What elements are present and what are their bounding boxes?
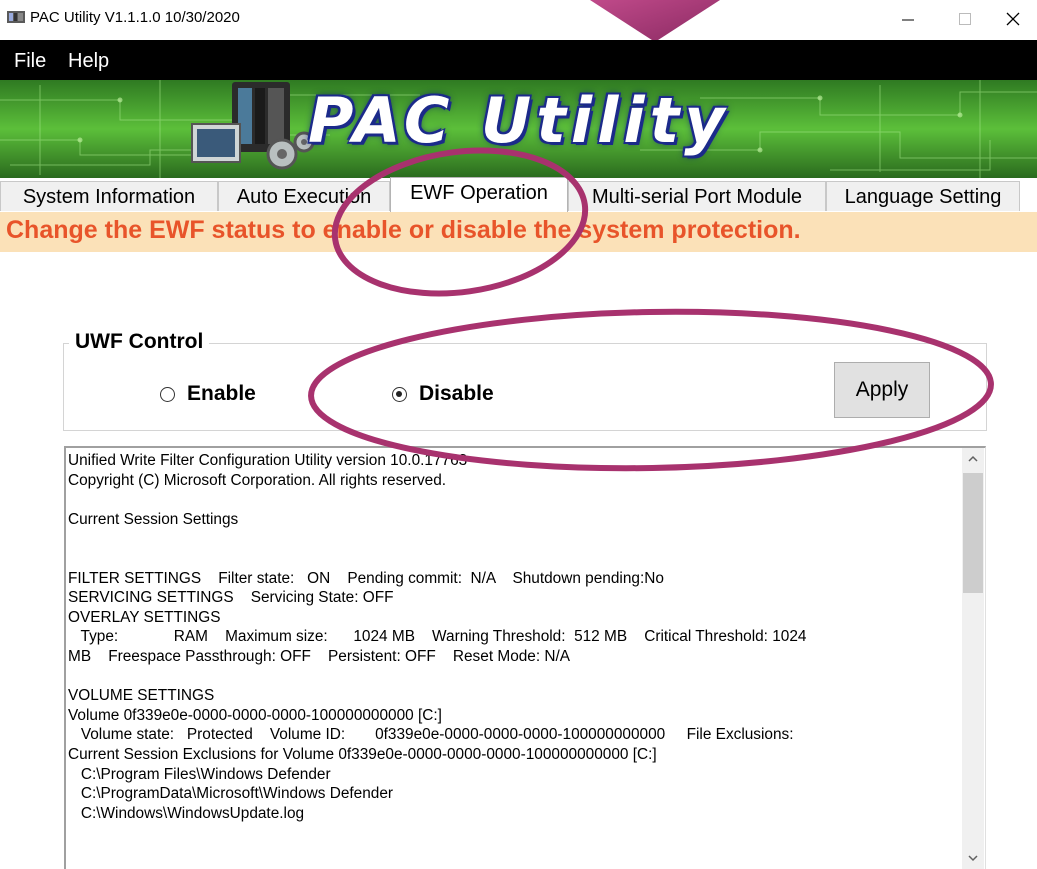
- output-line: Type: RAM Maximum size: 1024 MB Warning …: [68, 628, 807, 646]
- scroll-up-icon: [968, 455, 978, 462]
- notice-text: Change the EWF status to enable or disab…: [6, 216, 801, 244]
- minimize-button[interactable]: [880, 0, 936, 38]
- banner-title: PAC Utility: [308, 84, 730, 157]
- tab-auto-execution[interactable]: Auto Execution: [218, 181, 390, 211]
- scrollbar-thumb[interactable]: [963, 473, 983, 593]
- radio-unchecked-icon: [160, 386, 175, 402]
- pac-app-icon: [7, 11, 25, 23]
- scroll-down-icon: [968, 855, 978, 862]
- apply-button[interactable]: Apply: [834, 362, 930, 418]
- uwf-control-legend: UWF Control: [69, 330, 210, 354]
- output-line: Volume 0f339e0e-0000-0000-0000-100000000…: [68, 706, 442, 724]
- output-line: VOLUME SETTINGS: [68, 687, 215, 705]
- scroll-up-button[interactable]: [962, 448, 984, 470]
- output-text: Unified Write Filter Configuration Utili…: [68, 451, 953, 823]
- output-line: C:\Windows\WindowsUpdate.log: [68, 804, 305, 822]
- tab-ewf-operation[interactable]: EWF Operation: [390, 177, 568, 212]
- maximize-icon: [959, 13, 971, 25]
- tab-bar: System Information Auto Execution EWF Op…: [0, 177, 1037, 212]
- output-line: FILTER SETTINGS Filter state: ON Pending…: [68, 569, 664, 587]
- tab-language-setting[interactable]: Language Setting: [826, 181, 1020, 211]
- pointer-arrow-graphic: [590, 0, 720, 42]
- menu-file[interactable]: File: [14, 50, 46, 73]
- output-line: Volume state: Protected Volume ID: 0f339…: [68, 726, 794, 744]
- close-icon: [1006, 12, 1020, 26]
- menu-bar: File Help: [0, 40, 1037, 80]
- close-button[interactable]: [985, 0, 1037, 38]
- enable-radio-label: Enable: [187, 382, 256, 405]
- output-line: C:\Program Files\Windows Defender: [68, 765, 331, 783]
- menu-help[interactable]: Help: [68, 50, 109, 73]
- output-line: C:\ProgramData\Microsoft\Windows Defende…: [68, 785, 394, 803]
- tab-system-information[interactable]: System Information: [0, 181, 218, 211]
- disable-radio-label: Disable: [419, 382, 494, 405]
- output-line: Unified Write Filter Configuration Utili…: [68, 452, 468, 469]
- notice-banner: Change the EWF status to enable or disab…: [0, 212, 1037, 252]
- window-title: PAC Utility V1.1.1.0 10/30/2020: [30, 9, 240, 26]
- title-bar: PAC Utility V1.1.1.0 10/30/2020: [0, 0, 1037, 40]
- output-line: Current Session Settings: [68, 510, 239, 528]
- minimize-icon: [902, 19, 914, 21]
- enable-radio[interactable]: Enable: [160, 382, 256, 406]
- radio-checked-icon: [392, 386, 407, 402]
- scroll-down-button[interactable]: [962, 847, 984, 869]
- output-line: Copyright (C) Microsoft Corporation. All…: [68, 471, 447, 489]
- output-line: MB Freespace Passthrough: OFF Persistent…: [68, 647, 571, 665]
- output-line: OVERLAY SETTINGS: [68, 608, 221, 626]
- tab-multi-serial-port-module[interactable]: Multi-serial Port Module: [568, 181, 826, 211]
- disable-radio[interactable]: Disable: [392, 382, 494, 406]
- output-line: Current Session Exclusions for Volume 0f…: [68, 745, 657, 763]
- output-line: SERVICING SETTINGS Servicing State: OFF: [68, 589, 394, 607]
